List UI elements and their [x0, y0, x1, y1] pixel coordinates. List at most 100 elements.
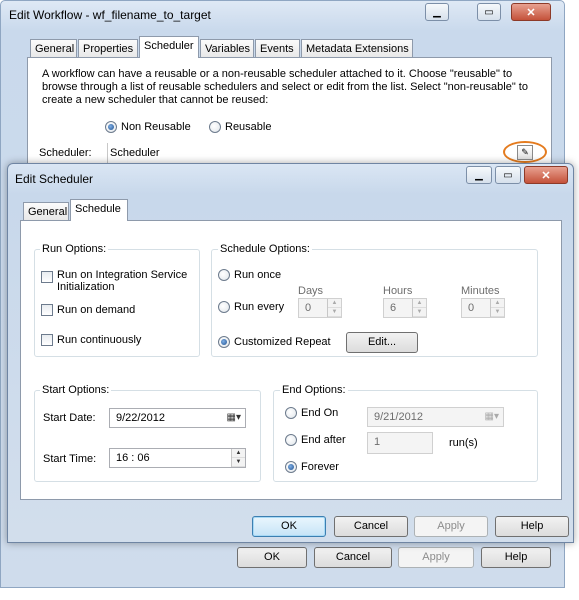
start-date-label: Start Date: [43, 412, 96, 424]
hours-spinbox[interactable]: 6 ▲ ▼ [383, 298, 427, 318]
end-on-date-value: 9/21/2012 [374, 411, 423, 423]
run-on-demand-label: Run on demand [57, 304, 136, 316]
edit-scheduler-button[interactable]: ✎ [517, 145, 533, 160]
maximize-icon: ▭ [484, 6, 494, 18]
start-date-value: 9/22/2012 [116, 412, 165, 424]
minimize-icon: ▁ [475, 169, 483, 181]
tab-schedule[interactable]: Schedule [70, 199, 128, 221]
schedule-options-legend: Schedule Options: [218, 243, 312, 255]
spin-down-icon: ▼ [413, 308, 426, 317]
schedule-tab-panel: Run Options: Run on Integration Service … [20, 220, 562, 500]
hours-label: Hours [383, 285, 413, 297]
minutes-spin-buttons[interactable]: ▲ ▼ [490, 299, 504, 317]
divider [107, 143, 108, 165]
tab-properties[interactable]: Properties [78, 39, 138, 58]
ok-button[interactable]: OK [252, 516, 326, 537]
start-time-spinbox[interactable]: 16 : 06 ▲ ▼ [109, 448, 246, 468]
minutes-value: 0 [468, 302, 475, 314]
outer-help-button[interactable]: Help [481, 547, 551, 568]
reusable-option[interactable]: Reusable [209, 121, 271, 133]
forever-label: Forever [301, 461, 339, 473]
run-every-radio[interactable] [218, 301, 230, 313]
customized-repeat-radio[interactable] [218, 336, 230, 348]
run-once-option[interactable]: Run once [218, 269, 281, 281]
end-on-option[interactable]: End On [285, 407, 338, 419]
end-after-count-input[interactable]: 1 [367, 432, 433, 454]
minutes-spinbox[interactable]: 0 ▲ ▼ [461, 298, 505, 318]
start-options-group: Start Options: Start Date: 9/22/2012 ▦▾ … [34, 384, 261, 482]
reusable-radio[interactable] [209, 121, 221, 133]
run-every-option[interactable]: Run every [218, 301, 284, 313]
start-time-label: Start Time: [43, 453, 97, 465]
tab-variables[interactable]: Variables [200, 39, 254, 58]
calendar-dropdown-icon[interactable]: ▦▾ [227, 409, 241, 427]
non-reusable-radio[interactable] [105, 121, 117, 133]
runs-label: run(s) [449, 437, 478, 449]
end-on-date-picker[interactable]: 9/21/2012 ▦▾ [367, 407, 504, 427]
dialog-close-button[interactable]: ✕ [524, 166, 568, 184]
spin-up-icon: ▲ [413, 299, 426, 308]
run-every-label: Run every [234, 301, 285, 313]
spin-up-icon: ▲ [491, 299, 504, 308]
dialog-maximize-button[interactable]: ▭ [495, 166, 521, 184]
close-button[interactable]: ✕ [511, 3, 551, 21]
forever-option[interactable]: Forever [285, 461, 339, 473]
days-value: 0 [305, 302, 312, 314]
hours-spin-buttons[interactable]: ▲ ▼ [412, 299, 426, 317]
run-on-demand-option[interactable]: Run on demand [41, 304, 135, 316]
spin-down-icon: ▼ [491, 308, 504, 317]
start-date-picker[interactable]: 9/22/2012 ▦▾ [109, 408, 246, 428]
run-once-radio[interactable] [218, 269, 230, 281]
scheduler-description: A workflow can have a reusable or a non-… [42, 68, 528, 106]
dialog-title: Edit Scheduler [15, 172, 94, 186]
edit-repeat-button[interactable]: Edit... [346, 332, 418, 353]
days-label: Days [298, 285, 324, 297]
maximize-button[interactable]: ▭ [477, 3, 501, 21]
days-spin-buttons[interactable]: ▲ ▼ [327, 299, 341, 317]
tab-general[interactable]: General [30, 39, 77, 58]
days-spinbox[interactable]: 0 ▲ ▼ [298, 298, 342, 318]
run-continuously-option[interactable]: Run continuously [41, 334, 141, 346]
run-continuously-label: Run continuously [57, 334, 142, 346]
end-after-radio[interactable] [285, 434, 297, 446]
outer-cancel-button[interactable]: Cancel [314, 547, 392, 568]
schedule-options-group: Schedule Options: Run once Run every Day… [211, 243, 538, 357]
reusable-label: Reusable [225, 121, 272, 133]
start-time-spin-buttons[interactable]: ▲ ▼ [231, 449, 245, 467]
help-button[interactable]: Help [495, 516, 569, 537]
run-on-init-checkbox[interactable] [41, 271, 53, 283]
non-reusable-option[interactable]: Non Reusable [105, 121, 191, 133]
window-title: Edit Workflow - wf_filename_to_target [9, 8, 211, 22]
scheduler-tab-panel: A workflow can have a reusable or a non-… [27, 57, 552, 172]
minutes-label: Minutes [461, 285, 500, 297]
forever-radio[interactable] [285, 461, 297, 473]
outer-ok-button[interactable]: OK [237, 547, 307, 568]
run-on-init-option[interactable]: Run on Integration Service Initializatio… [41, 269, 197, 293]
start-time-value: 16 : 06 [116, 452, 150, 464]
run-options-legend: Run Options: [40, 243, 109, 255]
end-after-option[interactable]: End after [285, 434, 346, 446]
non-reusable-label: Non Reusable [121, 121, 191, 133]
tab-events[interactable]: Events [255, 39, 300, 58]
scheduler-value: Scheduler [110, 147, 160, 159]
apply-button[interactable]: Apply [414, 516, 488, 537]
hours-value: 6 [390, 302, 397, 314]
cancel-button[interactable]: Cancel [334, 516, 408, 537]
end-on-radio[interactable] [285, 407, 297, 419]
tab-general[interactable]: General [23, 202, 69, 221]
close-icon: ✕ [541, 169, 551, 182]
tab-scheduler[interactable]: Scheduler [139, 36, 199, 58]
spin-up-icon: ▲ [232, 449, 245, 458]
dialog-minimize-button[interactable]: ▁ [466, 166, 492, 184]
run-once-label: Run once [234, 269, 282, 281]
spin-up-icon: ▲ [328, 299, 341, 308]
tab-metadata-extensions[interactable]: Metadata Extensions [301, 39, 413, 58]
minimize-button[interactable]: ▁ [425, 3, 449, 21]
start-options-legend: Start Options: [40, 384, 112, 396]
run-on-demand-checkbox[interactable] [41, 304, 53, 316]
outer-apply-button[interactable]: Apply [398, 547, 474, 568]
calendar-dropdown-icon[interactable]: ▦▾ [485, 408, 499, 426]
customized-repeat-option[interactable]: Customized Repeat [218, 336, 331, 348]
run-continuously-checkbox[interactable] [41, 334, 53, 346]
scheduler-label: Scheduler: [39, 147, 92, 159]
